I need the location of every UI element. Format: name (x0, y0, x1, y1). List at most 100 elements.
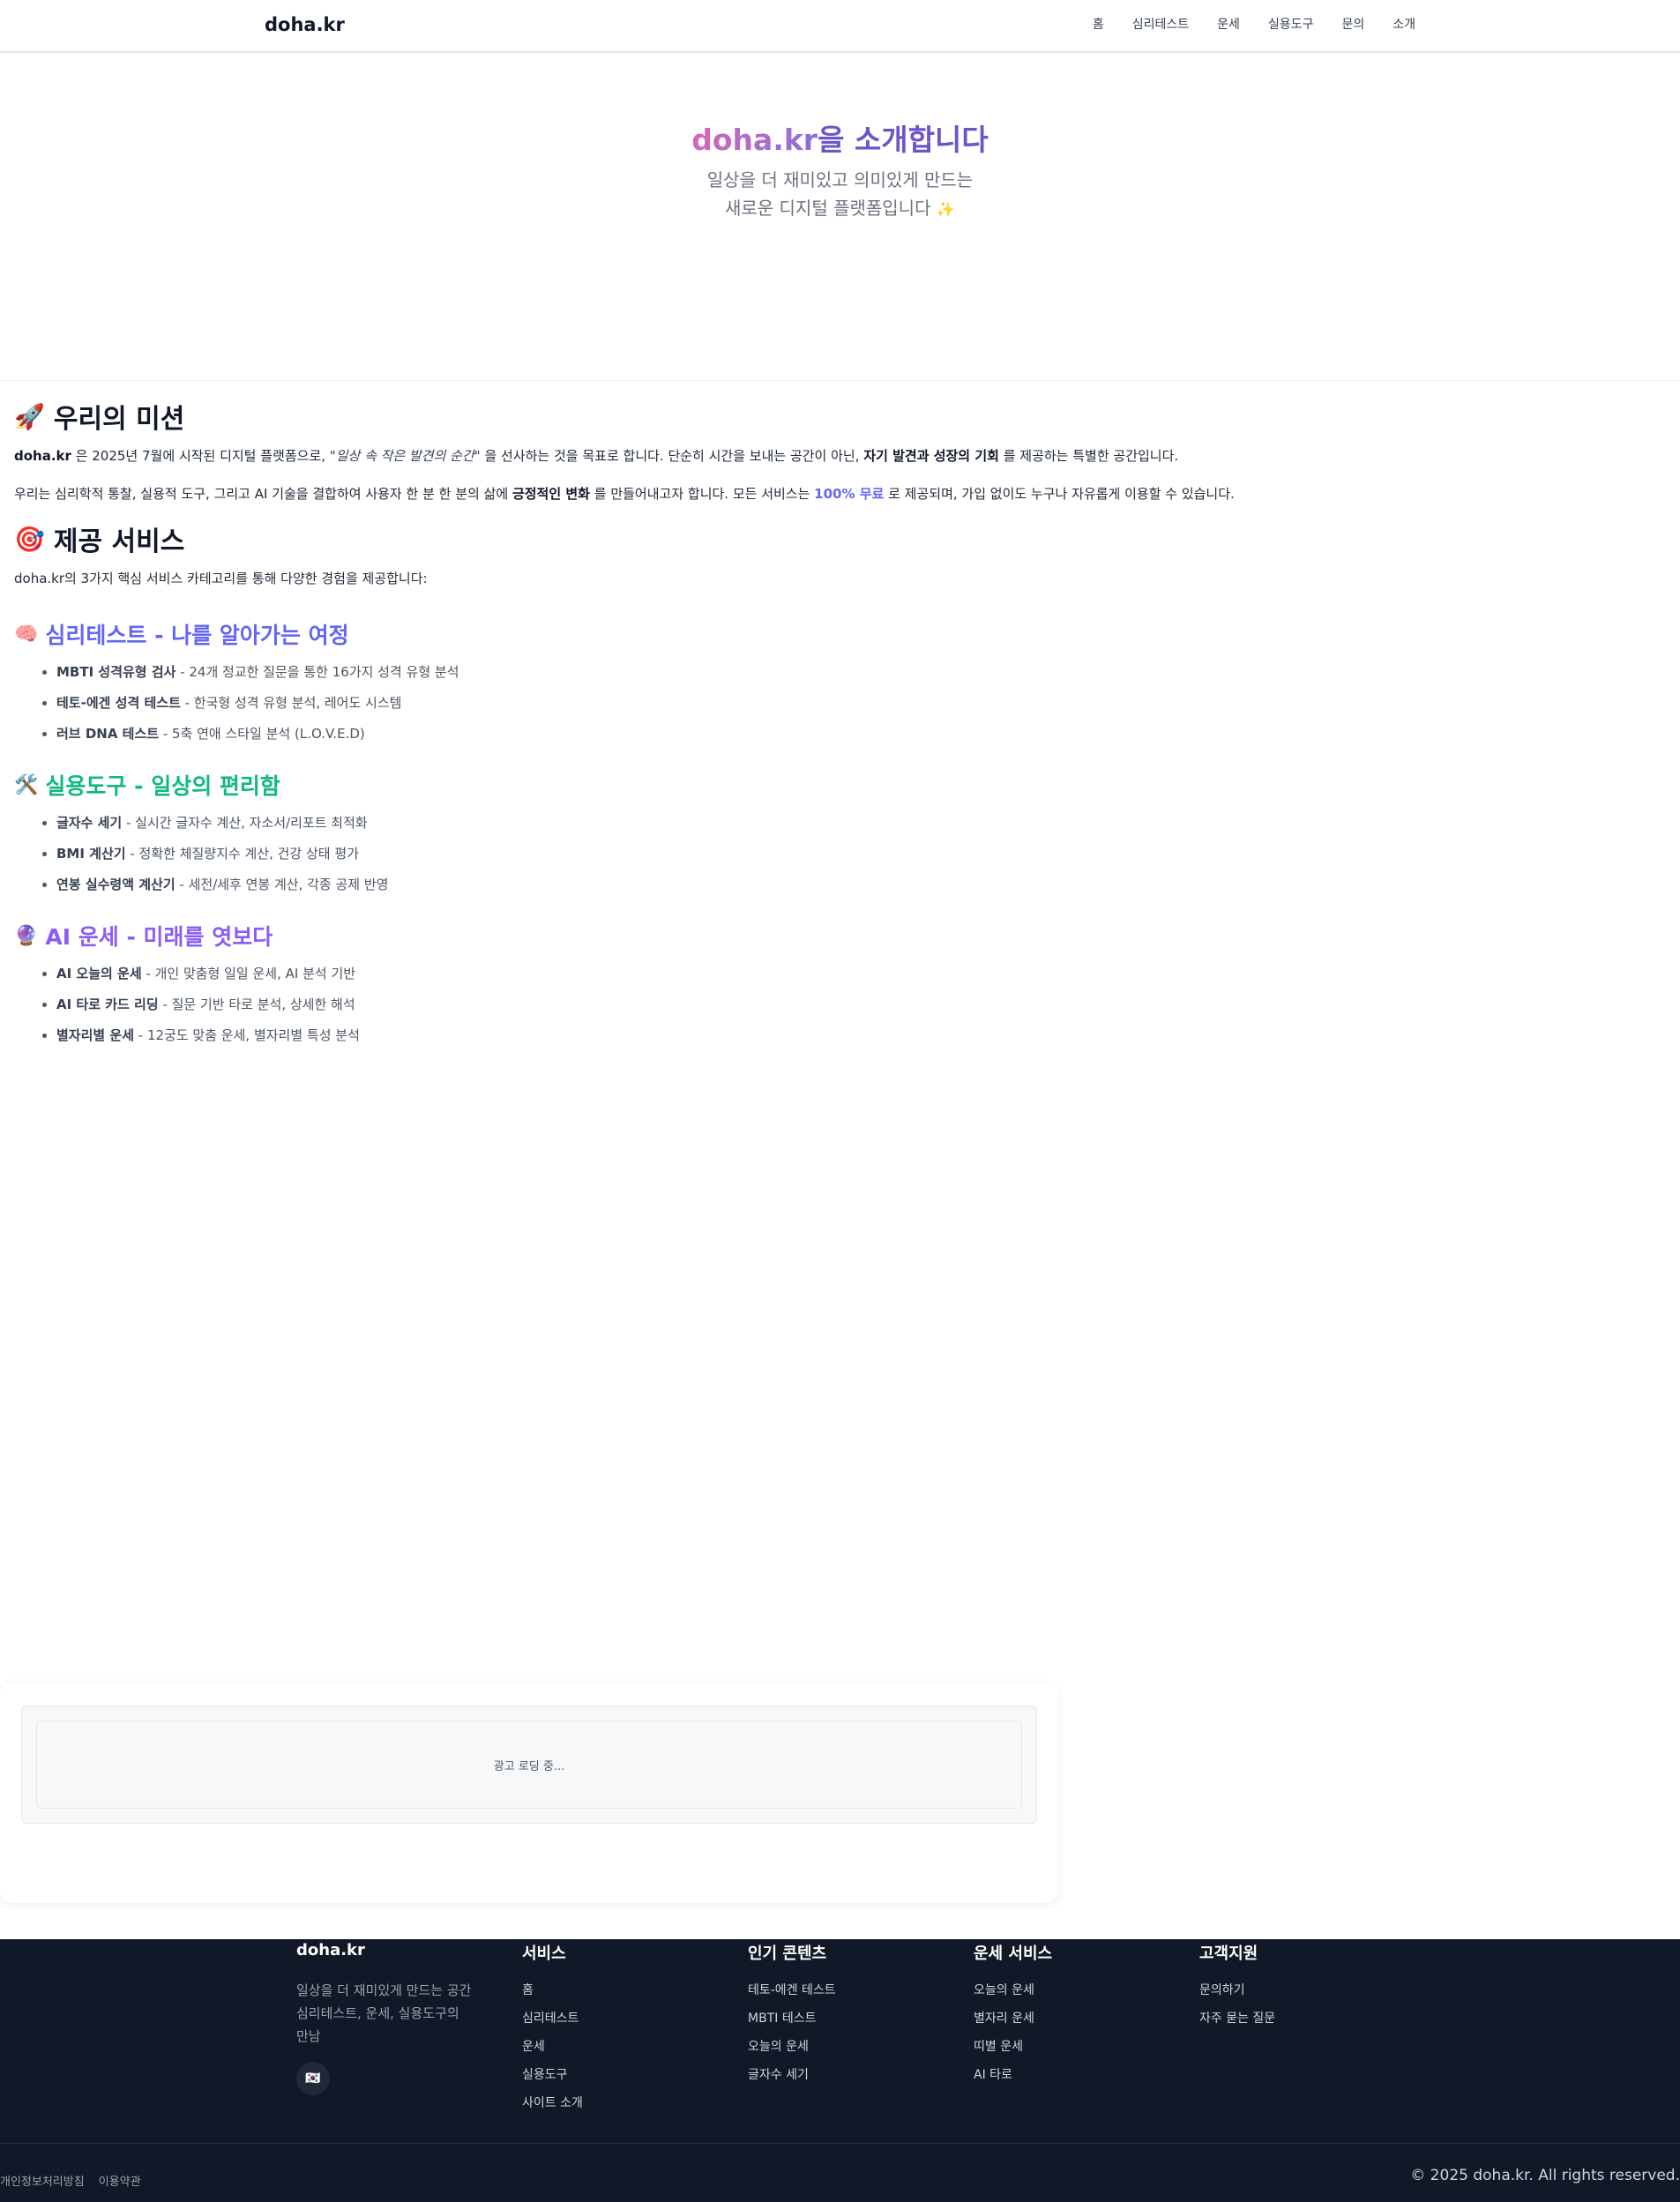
mission-p1-text3: 를 제공하는 특별한 공간입니다. (998, 448, 1179, 464)
nav-item-tools[interactable]: 실용도구 (1268, 15, 1314, 33)
terms-link[interactable]: 이용약관 (99, 2172, 141, 2189)
mission-p1-text2: 을 선사하는 것을 목표로 합니다. 단순히 시간을 보내는 공간이 아닌, (480, 448, 864, 464)
list-item: 테토-에겐 성격 테스트 - 한국형 성격 유형 분석, 레어도 시스템 (56, 688, 1654, 719)
target-icon: 🎯 (14, 524, 45, 554)
list-item-name: AI 오늘의 운세 (56, 966, 142, 982)
footer-column-title: 고객지원 (1199, 1944, 1258, 1963)
category-fortune-title: AI 운세 - 미래를 엿보다 (45, 924, 273, 950)
mission-heading: 🚀 우리의 미션 (14, 397, 1654, 436)
mission-p2-text1: 우리는 심리학적 통찰, 실용적 도구, 그리고 AI 기술을 결합하여 사용자… (14, 486, 512, 502)
mission-paragraph-1: doha.kr 은 2025년 7월에 시작된 디지털 플랫폼으로, "일상 속… (14, 446, 1654, 466)
list-item: 연봉 실수령액 계산기 - 세전/세후 연봉 계산, 각종 공제 반영 (56, 870, 1654, 900)
category-tools-title: 실용도구 - 일상의 편리함 (45, 773, 280, 799)
list-item-desc: - 5축 연애 스타일 분석 (L.O.V.E.D) (159, 726, 365, 742)
footer-link[interactable]: 오늘의 운세 (974, 1976, 1052, 2004)
list-item-name: 연봉 실수령액 계산기 (56, 877, 175, 892)
mission-p1-quote: "일상 속 작은 발견의 순간" (329, 448, 481, 464)
footer-link[interactable]: 오늘의 운세 (748, 2033, 836, 2061)
footer-link[interactable]: MBTI 테스트 (748, 2004, 836, 2033)
site-logo[interactable]: doha.kr (265, 14, 345, 35)
list-item-name: AI 타로 카드 리딩 (56, 996, 159, 1012)
footer-column-popular: 인기 콘텐츠 테토-에겐 테스트 MBTI 테스트 오늘의 운세 글자수 세기 (748, 1939, 836, 2089)
footer-column-title: 인기 콘텐츠 (748, 1944, 827, 1963)
brain-icon: 🧠 (14, 623, 39, 646)
list-item: AI 오늘의 운세 - 개인 맞춤형 일일 운세, AI 분석 기반 (56, 959, 1654, 989)
copyright-text: © 2025 doha.kr. All rights reserved. (1410, 2167, 1680, 2184)
list-item-name: 러브 DNA 테스트 (56, 726, 160, 742)
site-header: doha.kr 홈 심리테스트 운세 실용도구 문의 소개 (0, 0, 1680, 53)
nav-item-about[interactable]: 소개 (1393, 15, 1415, 33)
list-item-desc: - 한국형 성격 유형 분석, 레어도 시스템 (180, 695, 402, 711)
hero-subtitle: 일상을 더 재미있고 의미있게 만드는 새로운 디지털 플랫폼입니다 ✨ (0, 166, 1680, 224)
tools-icon: 🛠️ (14, 773, 39, 796)
list-item: BMI 계산기 - 정확한 체질량지수 계산, 건강 상태 평가 (56, 839, 1654, 870)
list-item: AI 타로 카드 리딩 - 질문 기반 타로 분석, 상세한 해석 (56, 989, 1654, 1020)
mission-p2-free: 100% 무료 (814, 486, 885, 502)
crystal-ball-icon: 🔮 (14, 924, 39, 947)
mission-p2-bold: 긍정적인 변화 (511, 486, 590, 502)
category-psychology-heading: 🧠 심리테스트 - 나를 알아가는 여정 (14, 618, 1654, 650)
list-item-desc: - 질문 기반 타로 분석, 상세한 해석 (158, 996, 355, 1012)
services-heading: 🎯 제공 서비스 (14, 519, 1654, 558)
footer-column-title: 서비스 (522, 1944, 566, 1963)
ad-container: 광고 로딩 중... (0, 1683, 1058, 1903)
category-fortune-list: AI 오늘의 운세 - 개인 맞춤형 일일 운세, AI 분석 기반 AI 타로… (14, 959, 1654, 1051)
category-psychology-list: MBTI 성격유형 검사 - 24개 정교한 질문을 통한 16가지 성격 유형… (14, 657, 1654, 750)
footer-link[interactable]: 사이트 소개 (522, 2089, 583, 2117)
main-content: 🚀 우리의 미션 doha.kr 은 2025년 7월에 시작된 디지털 플랫폼… (14, 381, 1654, 1051)
ad-loading-placeholder[interactable]: 광고 로딩 중... (36, 1721, 1022, 1809)
site-footer: doha.kr 일상을 더 재미있게 만드는 공간 심리테스트, 운세, 실용도… (0, 1939, 1680, 2202)
footer-link[interactable]: 심리테스트 (522, 2004, 583, 2033)
mission-p2-text2: 를 만들어내고자 합니다. 모든 서비스는 (589, 486, 815, 502)
footer-legal-links: 개인정보처리방침 이용약관 (0, 2172, 141, 2189)
mission-p1-text1: 은 2025년 7월에 시작된 디지털 플랫폼으로, (71, 448, 330, 464)
footer-link[interactable]: 문의하기 (1199, 1976, 1275, 2004)
footer-link[interactable]: 실용도구 (522, 2061, 583, 2089)
footer-link[interactable]: 테토-에겐 테스트 (748, 1976, 836, 2004)
korea-flag-icon[interactable]: 🇰🇷 (296, 2062, 330, 2095)
hero-subtitle-line1: 일상을 더 재미있고 의미있게 만드는 (706, 169, 974, 190)
footer-link[interactable]: 자주 묻는 질문 (1199, 2004, 1275, 2033)
category-psychology-title: 심리테스트 - 나를 알아가는 여정 (45, 623, 349, 648)
privacy-policy-link[interactable]: 개인정보처리방침 (0, 2172, 85, 2189)
footer-desc-line: 만남 (296, 2028, 321, 2044)
category-tools-heading: 🛠️ 실용도구 - 일상의 편리함 (14, 769, 1654, 801)
category-tools-list: 글자수 세기 - 실시간 글자수 계산, 자소서/리포트 최적화 BMI 계산기… (14, 808, 1654, 900)
footer-column-services: 서비스 홈 심리테스트 운세 실용도구 사이트 소개 (522, 1939, 583, 2117)
mission-paragraph-2: 우리는 심리학적 통찰, 실용적 도구, 그리고 AI 기술을 결합하여 사용자… (14, 484, 1654, 504)
list-item-name: 글자수 세기 (56, 815, 123, 831)
list-item-name: 별자리별 운세 (56, 1027, 135, 1043)
footer-desc-line: 심리테스트, 운세, 실용도구의 (296, 2005, 459, 2021)
hero-title-brand: doha.kr (691, 123, 818, 157)
nav-item-fortune[interactable]: 운세 (1217, 15, 1240, 33)
list-item-desc: - 12궁도 맞춤 운세, 별자리별 특성 분석 (134, 1027, 360, 1043)
footer-link[interactable]: 글자수 세기 (748, 2061, 836, 2089)
category-fortune-heading: 🔮 AI 운세 - 미래를 엿보다 (14, 920, 1654, 952)
footer-desc-line: 일상을 더 재미있게 만드는 공간 (296, 1982, 472, 1998)
list-item-name: BMI 계산기 (56, 846, 126, 862)
nav-item-home[interactable]: 홈 (1093, 15, 1104, 33)
footer-description: 일상을 더 재미있게 만드는 공간 심리테스트, 운세, 실용도구의 만남 (296, 1979, 490, 2048)
footer-logo[interactable]: doha.kr (296, 1941, 490, 1959)
list-item: 별자리별 운세 - 12궁도 맞춤 운세, 별자리별 특성 분석 (56, 1020, 1654, 1051)
nav-item-psychology-test[interactable]: 심리테스트 (1132, 15, 1189, 33)
footer-link[interactable]: 띠별 운세 (974, 2033, 1052, 2061)
hero-subtitle-line2: 새로운 디지털 플랫폼입니다 (724, 198, 931, 219)
footer-brand-column: doha.kr 일상을 더 재미있게 만드는 공간 심리테스트, 운세, 실용도… (296, 1939, 490, 2095)
list-item: MBTI 성격유형 검사 - 24개 정교한 질문을 통한 16가지 성격 유형… (56, 657, 1654, 688)
footer-divider (0, 2143, 1680, 2144)
list-item-desc: - 24개 정교한 질문을 통한 16가지 성격 유형 분석 (175, 664, 459, 680)
list-item: 러브 DNA 테스트 - 5축 연애 스타일 분석 (L.O.V.E.D) (56, 719, 1654, 750)
main-nav: 홈 심리테스트 운세 실용도구 문의 소개 (1093, 15, 1415, 33)
list-item-name: 테토-에겐 성격 테스트 (56, 695, 181, 711)
nav-item-contact[interactable]: 문의 (1341, 15, 1364, 33)
footer-link[interactable]: 별자리 운세 (974, 2004, 1052, 2033)
list-item-desc: - 실시간 글자수 계산, 자소서/리포트 최적화 (122, 815, 368, 831)
page-title: doha.kr을 소개합니다 (0, 116, 1680, 159)
footer-link[interactable]: 운세 (522, 2033, 583, 2061)
mission-p1-brand: doha.kr (14, 448, 71, 464)
footer-link[interactable]: AI 타로 (974, 2061, 1052, 2089)
list-item-desc: - 정확한 체질량지수 계산, 건강 상태 평가 (125, 846, 359, 862)
footer-link[interactable]: 홈 (522, 1976, 583, 2004)
footer-column-fortune: 운세 서비스 오늘의 운세 별자리 운세 띠별 운세 AI 타로 (974, 1939, 1052, 2089)
